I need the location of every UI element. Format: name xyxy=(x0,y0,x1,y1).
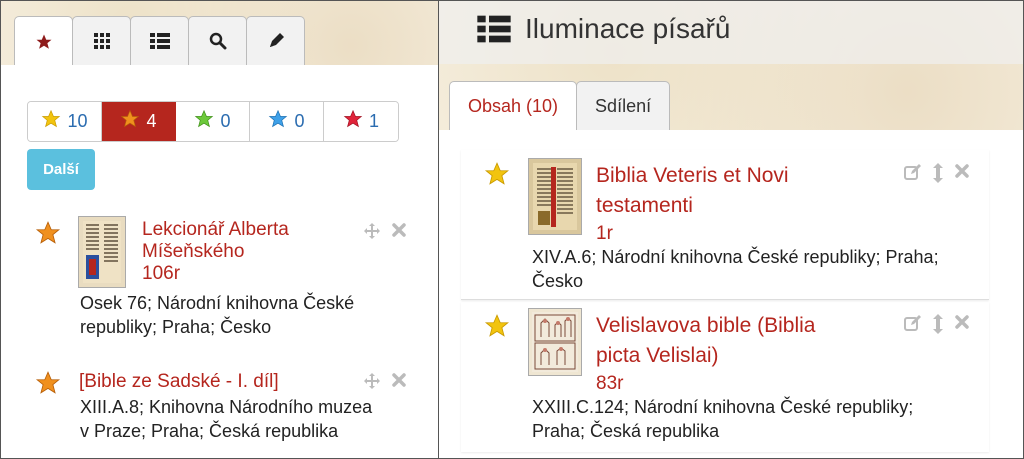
left-panel: 10 4 0 0 1 Další Lekcionář Alberta Míšeň… xyxy=(1,1,438,458)
tab-grid[interactable] xyxy=(72,16,131,65)
star-green-icon xyxy=(194,109,214,134)
item-title-line[interactable]: Míšeňského xyxy=(142,241,289,263)
item-title-line[interactable]: Lekcionář Alberta xyxy=(142,219,289,241)
item-folio: 106r xyxy=(142,263,181,284)
more-button[interactable]: Další xyxy=(27,149,95,190)
tab-list[interactable] xyxy=(130,16,189,65)
item-title-line[interactable]: Biblia Veteris et Novi xyxy=(596,161,789,191)
item-meta-line: XIII.A.8; Knihovna Národního muzea xyxy=(80,397,373,417)
item-actions xyxy=(904,163,970,188)
item-meta-line: republiky; Praha; Česko xyxy=(80,317,272,337)
item-text: Velislavova bible (Biblia picta Velislai… xyxy=(596,311,815,397)
pencil-icon xyxy=(267,32,285,50)
item-actions xyxy=(363,222,407,245)
edit-icon[interactable] xyxy=(904,163,922,188)
item-folio: 1r xyxy=(596,223,613,244)
item-meta-line: Osek 76; Národní knihovna České xyxy=(80,293,355,313)
close-icon[interactable] xyxy=(954,163,970,188)
tab-edit[interactable] xyxy=(246,16,305,65)
sort-icon[interactable] xyxy=(932,314,944,339)
manuscript-thumbnail[interactable] xyxy=(528,158,582,235)
star-yellow-icon[interactable] xyxy=(484,313,510,344)
item-meta-line: v Praze; Praha; Česká republika xyxy=(80,421,339,441)
filter-blue[interactable]: 0 xyxy=(250,102,324,141)
tab-sharing[interactable]: Sdílení xyxy=(576,81,671,130)
close-icon[interactable] xyxy=(391,222,407,245)
filter-count: 1 xyxy=(368,111,379,131)
item-meta-line: XXIII.C.124; Národní knihovna České repu… xyxy=(532,397,914,417)
item-title-line[interactable]: testamenti xyxy=(596,191,789,221)
filter-count: 0 xyxy=(220,111,231,131)
page-title: Iluminace písařů xyxy=(525,13,731,44)
sort-icon[interactable] xyxy=(932,163,944,188)
star-orange-icon xyxy=(120,109,140,134)
item-meta-line: Praha; Česká republika xyxy=(532,421,720,441)
item-actions xyxy=(363,372,407,395)
move-icon[interactable] xyxy=(363,372,381,395)
search-icon xyxy=(209,32,227,50)
item-meta-line: Česko xyxy=(532,271,584,291)
tab-contents[interactable]: Obsah (10) xyxy=(449,81,578,131)
star-yellow-icon[interactable] xyxy=(484,161,510,192)
item-title-line[interactable]: [Bible ze Sadské - I. díl] xyxy=(79,371,279,393)
list-item: Lekcionář Alberta Míšeňského 106r xyxy=(142,219,289,285)
manuscript-thumbnail[interactable] xyxy=(528,308,582,376)
item-meta: XIII.A.8; Knihovna Národního muzea v Pra… xyxy=(80,395,372,443)
star-filter-group: 10 4 0 0 1 xyxy=(27,101,399,142)
close-icon[interactable] xyxy=(391,372,407,395)
list-icon xyxy=(477,14,511,49)
star-orange-icon[interactable] xyxy=(35,370,61,401)
filter-green[interactable]: 0 xyxy=(176,102,250,141)
item-meta: XXIII.C.124; Národní knihovna České repu… xyxy=(532,395,913,443)
item-meta-line: XIV.A.6; Národní knihovna České republik… xyxy=(532,247,939,267)
edit-icon[interactable] xyxy=(904,314,922,339)
star-yellow-icon xyxy=(41,109,61,134)
filter-red[interactable]: 1 xyxy=(324,102,398,141)
list-icon xyxy=(149,32,170,50)
filter-orange[interactable]: 4 xyxy=(102,102,176,141)
tab-favorites[interactable] xyxy=(14,16,73,66)
right-panel: Iluminace písařů Obsah (10) Sdílení Bibl… xyxy=(439,1,1023,458)
item-title-line[interactable]: Velislavova bible (Biblia xyxy=(596,311,815,341)
star-icon xyxy=(35,33,53,51)
list-item: [Bible ze Sadské - I. díl] xyxy=(79,371,279,393)
right-panel-header: Iluminace písařů xyxy=(439,1,1023,64)
item-title-line[interactable]: picta Velislai) xyxy=(596,341,815,371)
move-icon[interactable] xyxy=(363,222,381,245)
filter-count: 4 xyxy=(146,111,157,131)
filter-count: 0 xyxy=(294,111,305,131)
item-meta: XIV.A.6; Národní knihovna České republik… xyxy=(532,245,939,293)
close-icon[interactable] xyxy=(954,314,970,339)
item-actions xyxy=(904,314,970,339)
filter-count: 10 xyxy=(67,111,88,131)
star-blue-icon xyxy=(268,109,288,134)
right-tabs: Obsah (10) Sdílení xyxy=(449,81,671,131)
item-meta: Osek 76; Národní knihovna České republik… xyxy=(80,291,354,339)
left-tabs xyxy=(14,16,305,66)
star-orange-icon[interactable] xyxy=(35,220,61,251)
filter-yellow[interactable]: 10 xyxy=(28,102,102,141)
manuscript-thumbnail[interactable] xyxy=(78,216,126,288)
grid-icon xyxy=(93,32,111,50)
star-red-icon xyxy=(343,109,363,134)
item-text: Biblia Veteris et Novi testamenti 1r xyxy=(596,161,789,247)
item-folio: 83r xyxy=(596,373,624,394)
tab-search[interactable] xyxy=(188,16,247,65)
